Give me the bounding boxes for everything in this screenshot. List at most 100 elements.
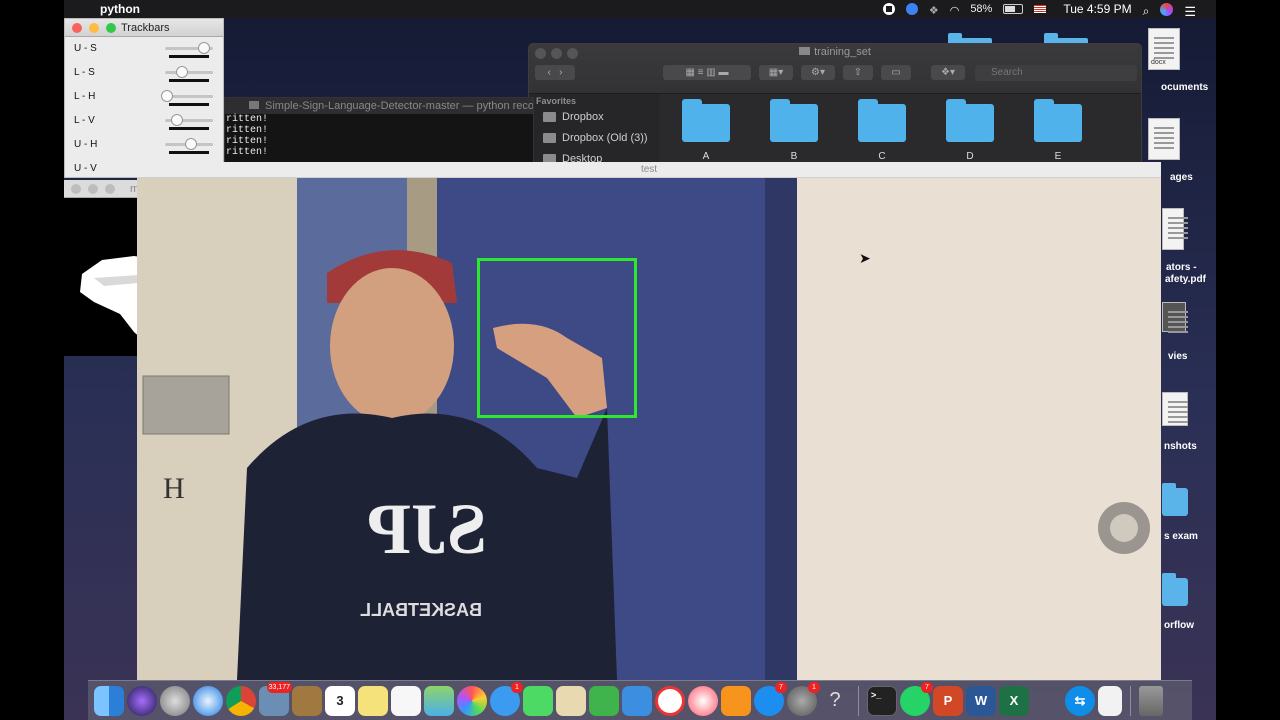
- tags-icon[interactable]: ▭: [881, 65, 911, 80]
- document-dock-icon[interactable]: [1098, 685, 1122, 716]
- whatsapp-dock-icon[interactable]: 7: [900, 681, 933, 716]
- record-icon[interactable]: [882, 3, 895, 15]
- mail-dock-icon[interactable]: 33,177: [259, 681, 292, 716]
- folder-icon: [543, 133, 556, 143]
- camera-feed[interactable]: H SJP BASKETBALL ➤: [137, 178, 1161, 680]
- calendar-dock-icon[interactable]: 3: [325, 685, 355, 716]
- itunes-dock-icon[interactable]: [688, 685, 718, 716]
- folder-icon[interactable]: [1162, 483, 1188, 516]
- finder-search-input[interactable]: Search: [975, 65, 1137, 81]
- desktop-icon-label[interactable]: ocuments: [1161, 82, 1208, 93]
- movie-thumbnail-icon[interactable]: [1162, 302, 1188, 332]
- dropbox-menu-icon[interactable]: ❖▾: [931, 65, 965, 80]
- app-menu[interactable]: python: [100, 2, 140, 16]
- folder-label-b[interactable]: B: [770, 151, 818, 162]
- minimize-button[interactable]: [89, 23, 99, 33]
- messages-dock-icon[interactable]: 1: [490, 681, 523, 716]
- document-icon[interactable]: docx: [1148, 28, 1180, 70]
- dropbox-icon[interactable]: ❖: [929, 4, 939, 17]
- powerpoint-dock-icon[interactable]: P: [933, 685, 963, 716]
- back-forward-buttons[interactable]: ‹ ›: [535, 65, 575, 80]
- chrome-dock-icon[interactable]: [226, 685, 256, 716]
- finder-dock-icon[interactable]: [94, 685, 124, 716]
- group-button[interactable]: ▦▾: [759, 65, 793, 80]
- word-dock-icon[interactable]: W: [966, 685, 996, 716]
- spotlight-search-icon[interactable]: ⌕: [1143, 4, 1150, 18]
- folder-label-d[interactable]: D: [946, 151, 994, 162]
- desktop-icon-label[interactable]: ages: [1170, 172, 1193, 183]
- slider-knob[interactable]: [171, 114, 183, 126]
- notification-center-icon[interactable]: ☰: [1184, 4, 1196, 19]
- pages-dock-icon[interactable]: [556, 685, 586, 716]
- view-mode-buttons[interactable]: ▦ ≡ ▥ ▬: [663, 65, 751, 80]
- photos-dock-icon[interactable]: [457, 685, 487, 716]
- folder-icon[interactable]: [1162, 573, 1188, 606]
- news-dock-icon[interactable]: [655, 685, 685, 716]
- trackbar-slider[interactable]: [165, 114, 213, 126]
- facetime-dock-icon[interactable]: [523, 685, 553, 716]
- desktop-icon-label[interactable]: orflow: [1164, 620, 1194, 631]
- slider-knob[interactable]: [161, 90, 174, 102]
- reminders-dock-icon[interactable]: [391, 685, 421, 716]
- desktop-icon-label[interactable]: afety.pdf: [1165, 274, 1206, 285]
- clock[interactable]: Tue 4:59 PM: [1063, 2, 1131, 16]
- safari-dock-icon[interactable]: [193, 685, 223, 716]
- folder-icon[interactable]: [682, 99, 730, 142]
- battery-icon[interactable]: [1003, 4, 1024, 14]
- terminal-dock-icon[interactable]: >_: [867, 685, 897, 716]
- zoom-button[interactable]: [105, 184, 115, 194]
- desktop-icon-label[interactable]: s exam: [1164, 531, 1198, 542]
- siri-icon[interactable]: [1160, 2, 1174, 16]
- desktop-icon-label[interactable]: nshots: [1164, 441, 1197, 452]
- siri-dock-icon[interactable]: [127, 685, 157, 716]
- desktop-icon-label[interactable]: ators -: [1166, 262, 1197, 273]
- folder-label-e[interactable]: E: [1034, 151, 1082, 162]
- folder-icon[interactable]: [770, 99, 818, 142]
- sidebar-item-dropbox-old[interactable]: Dropbox (Old (3)): [543, 132, 648, 144]
- folder-icon[interactable]: [1034, 99, 1082, 142]
- terminal-window[interactable]: Simple-Sign-Language-Detector-master — p…: [224, 97, 534, 167]
- excel-dock-icon[interactable]: X: [999, 685, 1029, 716]
- sidebar-item-dropbox[interactable]: Dropbox: [543, 111, 604, 123]
- document-icon[interactable]: [1148, 118, 1180, 160]
- face: [330, 268, 454, 424]
- document-icon[interactable]: [1162, 208, 1188, 250]
- desktop-icon-label[interactable]: vies: [1168, 351, 1187, 362]
- close-button[interactable]: [72, 23, 82, 33]
- launchpad-dock-icon[interactable]: [160, 685, 190, 716]
- trackbar-slider[interactable]: [165, 42, 213, 54]
- finder-toolbar: training_set ‹ › ▦ ≡ ▥ ▬ ▦▾ ⚙▾ ⇧ ▭ ❖▾ Se…: [529, 44, 1141, 94]
- minimize-button[interactable]: [88, 184, 98, 194]
- maps-dock-icon[interactable]: [424, 685, 454, 716]
- slider-knob[interactable]: [185, 138, 198, 150]
- appstore-dock-icon[interactable]: 7: [754, 681, 787, 716]
- trash-icon[interactable]: [1139, 685, 1163, 716]
- ibooks-dock-icon[interactable]: [721, 685, 751, 716]
- question-mark-icon[interactable]: ?: [820, 686, 850, 716]
- input-source-flag-icon[interactable]: [1034, 5, 1047, 13]
- numbers-dock-icon[interactable]: [589, 685, 619, 716]
- folder-icon[interactable]: [858, 99, 906, 142]
- bluetooth-dock-icon[interactable]: [1032, 686, 1062, 716]
- action-gear-icon[interactable]: ⚙▾: [801, 65, 835, 80]
- trackbar-slider[interactable]: [165, 66, 213, 78]
- wifi-icon[interactable]: ◠: [950, 4, 960, 17]
- folder-icon[interactable]: [946, 99, 994, 142]
- trackbar-slider[interactable]: [161, 90, 213, 102]
- system-preferences-dock-icon[interactable]: 1: [787, 681, 820, 716]
- keynote-dock-icon[interactable]: [622, 685, 652, 716]
- share-icon[interactable]: ⇧: [843, 65, 873, 80]
- teamviewer-icon[interactable]: [905, 3, 918, 15]
- close-button[interactable]: [71, 184, 81, 194]
- contacts-dock-icon[interactable]: [292, 685, 322, 716]
- screenshot-thumbnail-icon[interactable]: [1162, 392, 1188, 426]
- trackbar-slider[interactable]: [165, 138, 213, 150]
- teamviewer-dock-icon[interactable]: ⇆: [1065, 685, 1095, 716]
- folder-label-a[interactable]: A: [682, 151, 730, 162]
- slider-knob[interactable]: [175, 66, 188, 78]
- zoom-button[interactable]: [106, 23, 116, 33]
- folder-label-c[interactable]: C: [858, 151, 906, 162]
- slider-knob[interactable]: [198, 42, 211, 54]
- notes-dock-icon[interactable]: [358, 685, 388, 716]
- whatsapp-badge: 7: [921, 681, 933, 693]
